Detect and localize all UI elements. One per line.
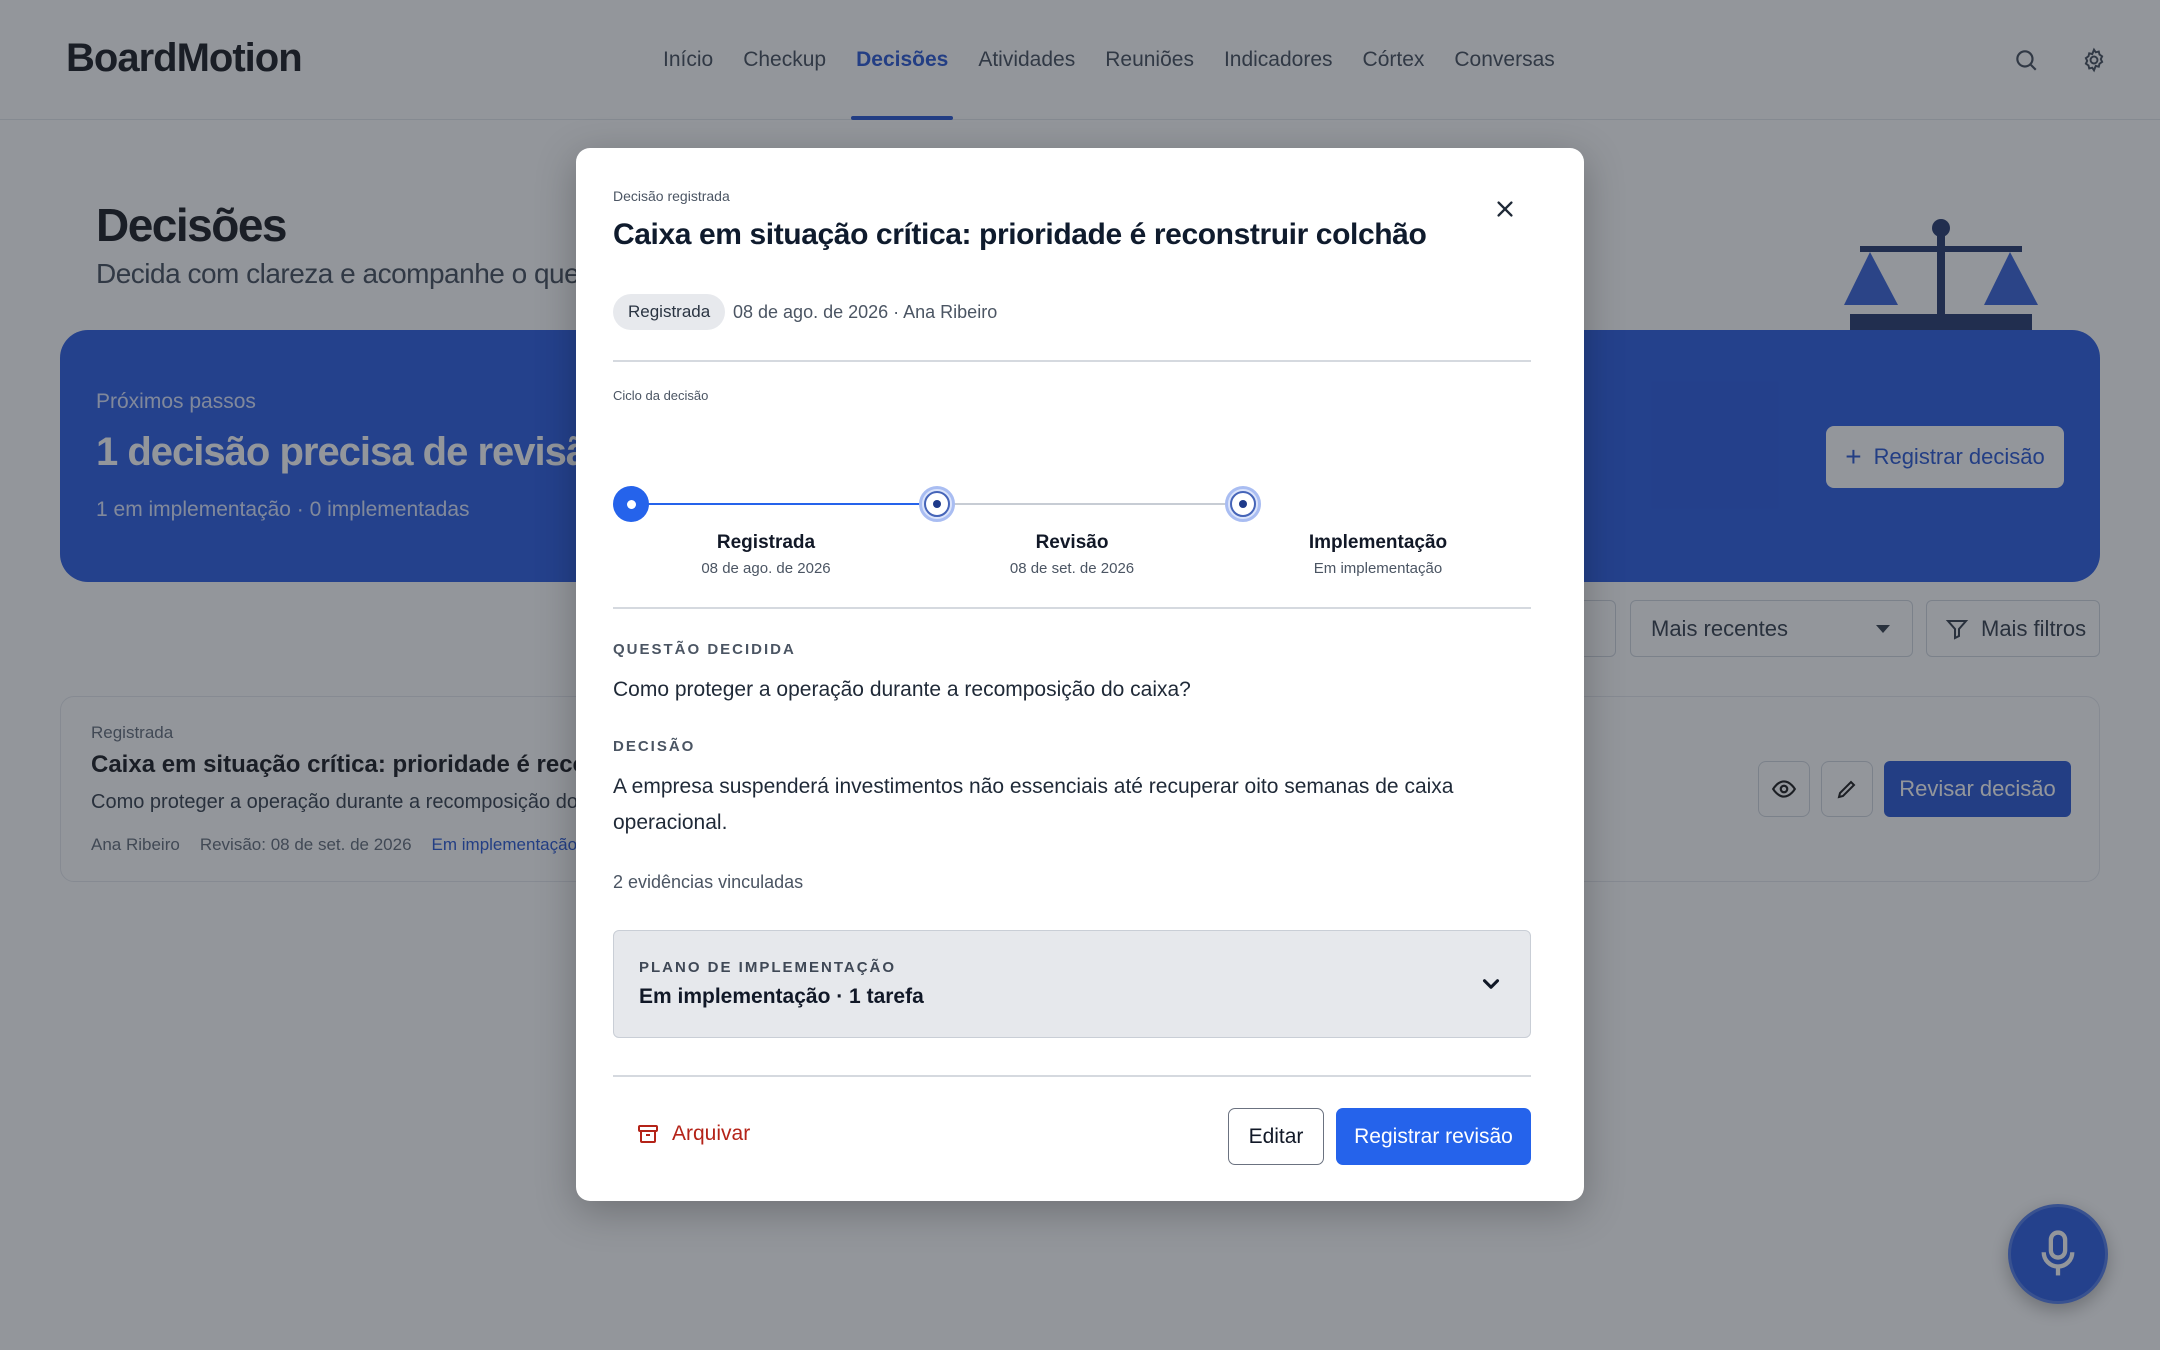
chevron-down-icon[interactable] bbox=[1478, 971, 1504, 997]
cycle-label: Ciclo da decisão bbox=[613, 388, 709, 403]
timeline-step-status: Em implementação bbox=[1313, 560, 1443, 577]
timeline-progress-line bbox=[631, 503, 937, 505]
modal-kicker: Decisão registrada bbox=[613, 188, 730, 204]
timeline-step-label: Registrada bbox=[716, 532, 816, 553]
archive-button[interactable]: Arquivar bbox=[636, 1122, 750, 1146]
timeline-step-date: 08 de ago. de 2026 bbox=[701, 560, 831, 577]
status-badge: Registrada bbox=[613, 294, 726, 330]
close-icon[interactable] bbox=[1490, 194, 1520, 224]
decision-text: A empresa suspenderá investimentos não e… bbox=[613, 775, 1454, 834]
divider bbox=[613, 360, 1531, 362]
modal-title: Caixa em situação crítica: prioridade é … bbox=[613, 218, 1427, 251]
timeline-step-date: 08 de set. de 2026 bbox=[1009, 560, 1135, 577]
decision-label: DECISÃO bbox=[613, 738, 696, 755]
divider bbox=[613, 607, 1531, 609]
timeline-step-implementation-dot bbox=[1225, 486, 1261, 522]
plan-summary: Em implementação · 1 tarefa bbox=[639, 985, 924, 1008]
timeline-step-implementation: Implementação Em implementação bbox=[1278, 532, 1478, 577]
question-text: Como proteger a operação durante a recom… bbox=[613, 678, 1191, 701]
edit-button[interactable]: Editar bbox=[1228, 1108, 1324, 1165]
archive-icon bbox=[638, 1125, 658, 1143]
question-label: QUESTÃO DECIDIDA bbox=[613, 641, 796, 658]
modal-meta: 08 de ago. de 2026 · Ana Ribeiro bbox=[733, 302, 998, 322]
linked-evidence-count[interactable]: 2 evidências vinculadas bbox=[613, 872, 803, 893]
timeline-step-review-dot bbox=[919, 486, 955, 522]
timeline-remaining-line bbox=[937, 503, 1243, 505]
timeline-step-registered: Registrada 08 de ago. de 2026 bbox=[666, 532, 866, 577]
register-review-button[interactable]: Registrar revisão bbox=[1336, 1108, 1531, 1165]
timeline-step-registered-dot bbox=[613, 486, 649, 522]
timeline-step-review: Revisão 08 de set. de 2026 bbox=[972, 532, 1172, 577]
plan-label: PLANO DE IMPLEMENTAÇÃO bbox=[639, 959, 897, 976]
divider bbox=[613, 1075, 1531, 1077]
timeline-step-label: Implementação bbox=[1308, 532, 1448, 553]
decision-detail-modal: Decisão registrada Caixa em situação crí… bbox=[576, 148, 1584, 1201]
decision-cycle-timeline: Registrada 08 de ago. de 2026 Revisão 08… bbox=[613, 448, 1531, 578]
implementation-plan-accordion[interactable]: PLANO DE IMPLEMENTAÇÃO Em implementação … bbox=[613, 930, 1531, 1038]
timeline-step-label: Revisão bbox=[1035, 532, 1109, 553]
archive-label: Arquivar bbox=[672, 1122, 751, 1145]
